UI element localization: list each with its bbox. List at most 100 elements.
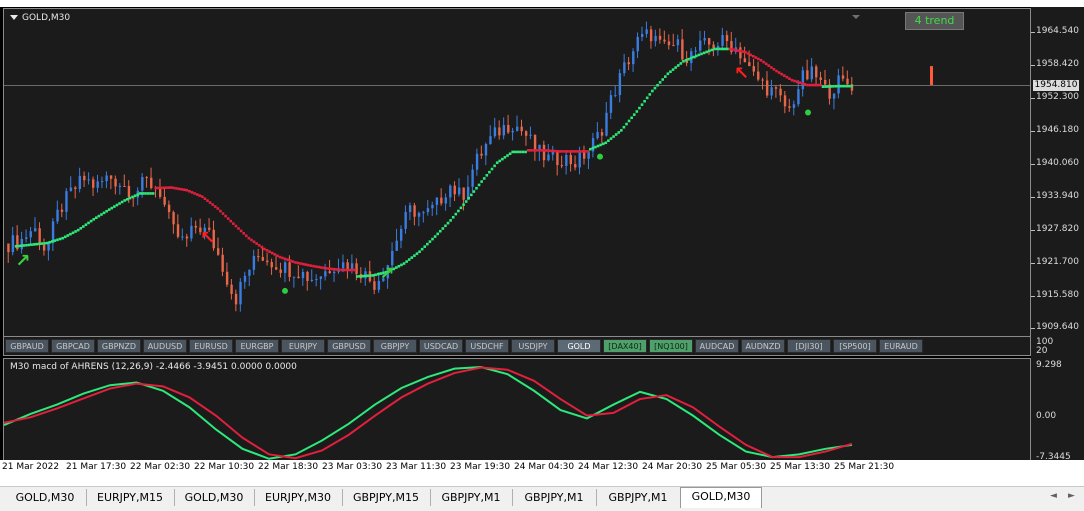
symbol-button[interactable]: [DAX40] xyxy=(603,339,647,353)
trailing-stop-down xyxy=(772,67,776,71)
candle-body xyxy=(194,225,198,228)
symbol-button[interactable]: USDJPY xyxy=(511,339,555,353)
symbol-button[interactable]: EURGBP xyxy=(235,339,279,353)
signal-dot xyxy=(805,109,811,116)
candle-body xyxy=(694,50,697,52)
chart-tab[interactable]: GOLD,M30 xyxy=(4,489,87,506)
candle-body xyxy=(806,70,809,80)
tab-scroll-right-icon[interactable]: ► xyxy=(1068,491,1075,501)
symbol-button[interactable]: GOLD xyxy=(557,339,601,353)
trailing-stop-down xyxy=(190,191,194,194)
trailing-stop-up xyxy=(632,113,636,116)
chart-tab[interactable]: GBPJPY,M1 xyxy=(596,489,681,506)
macd-indicator-pane[interactable]: M30 macd of AHRENS (12,26,9) -2.4466 -3.… xyxy=(3,358,1031,466)
trailing-stop-down xyxy=(775,69,778,73)
trailing-stop-up xyxy=(14,244,18,248)
trailing-stop-down xyxy=(746,52,750,55)
symbol-button[interactable]: AUDUSD xyxy=(143,339,187,353)
symbol-button[interactable]: EURJPY xyxy=(281,339,325,353)
trailing-stop-down xyxy=(224,214,227,218)
candle-body xyxy=(7,243,10,253)
candle-body xyxy=(837,75,840,94)
candle-body xyxy=(663,39,666,42)
candle-body xyxy=(815,66,818,78)
collapse-triangle-icon[interactable] xyxy=(10,15,18,20)
candle-body xyxy=(520,126,523,132)
symbol-button[interactable]: [SP500] xyxy=(833,339,877,353)
symbol-button[interactable]: GBPNZD xyxy=(97,339,141,353)
chart-tab-bar: ◄ ► GOLD,M30 EURJPY,M15 GOLD,M30 EURJPY,M30… xyxy=(0,486,1084,509)
trailing-stop-up xyxy=(35,242,39,246)
trailing-stop-down xyxy=(232,222,235,225)
chart-tab[interactable]: GOLD,M30 xyxy=(174,489,255,506)
candle-body xyxy=(498,127,501,136)
trailing-stop-up xyxy=(656,83,659,87)
candle-body xyxy=(761,79,764,81)
chart-tab[interactable]: GBPJPY,M15 xyxy=(342,489,431,506)
trailing-stop-up xyxy=(433,235,437,238)
chart-tab[interactable]: EURJPY,M15 xyxy=(86,489,175,506)
symbol-button[interactable]: GBPAUD xyxy=(5,339,49,353)
trailing-stop-down xyxy=(338,268,341,272)
candle-body xyxy=(297,276,300,279)
symbol-button[interactable]: USDCHF xyxy=(465,339,509,353)
price-chart-pane[interactable]: ↑ ↓ ↑ ↓ GOLD,M30 4 trend xyxy=(3,8,1031,338)
candle-body xyxy=(743,58,747,63)
chart-tab[interactable]: GBPJPY,M1 xyxy=(430,489,513,506)
trailing-stop-up xyxy=(697,53,701,57)
chart-tab[interactable]: GBPJPY,M1 xyxy=(512,489,597,506)
trailing-stop-up xyxy=(431,237,434,241)
trailing-stop-up xyxy=(51,240,54,243)
symbol-button[interactable]: EURAUD xyxy=(879,339,923,353)
symbol-button[interactable]: USDCAD xyxy=(419,339,463,353)
symbol-button[interactable]: [NQ100] xyxy=(649,339,693,353)
candle-body xyxy=(542,144,546,161)
symbol-button[interactable]: GBPUSD xyxy=(327,339,371,353)
candle-body xyxy=(841,75,845,79)
price-tick-label: 1940.060 xyxy=(1036,157,1079,168)
trailing-stop-down xyxy=(325,267,328,270)
trailing-stop-up xyxy=(457,209,460,213)
trailing-stop-up xyxy=(63,235,67,239)
trailing-stop-up xyxy=(475,186,478,190)
trailing-stop-down xyxy=(162,186,165,190)
trailing-stop-up xyxy=(87,221,90,225)
candle-body xyxy=(87,179,90,181)
trailing-stop-up xyxy=(661,78,665,81)
trailing-stop-down xyxy=(343,268,346,272)
trailing-stop-up xyxy=(472,190,476,193)
symbol-button[interactable]: GBPJPY xyxy=(373,339,417,353)
signal-dot xyxy=(597,153,603,160)
trailing-stop-up xyxy=(94,216,98,220)
trailing-stop-down xyxy=(581,150,584,153)
candle-body xyxy=(123,185,126,187)
symbol-button[interactable]: AUDNZD xyxy=(741,339,785,353)
trailing-stop-up xyxy=(692,55,696,59)
candle-body xyxy=(413,205,416,217)
trailing-stop-up xyxy=(635,110,639,113)
chart-tab[interactable]: GOLD,M30 xyxy=(680,487,762,508)
tab-scroll-left-icon[interactable]: ◄ xyxy=(1050,491,1057,501)
candle-body xyxy=(681,39,684,60)
trailing-stop-up xyxy=(723,47,727,51)
candle-body xyxy=(783,95,787,107)
trailing-stop-up xyxy=(438,229,442,233)
trailing-stop-up xyxy=(482,177,486,180)
trailing-stop-up xyxy=(658,81,662,84)
trailing-stop-down xyxy=(257,244,261,247)
symbol-button[interactable]: EURUSD xyxy=(189,339,233,353)
symbol-button[interactable]: [DJI30] xyxy=(787,339,831,353)
time-axis-label: 22 Mar 18:30 xyxy=(258,462,319,472)
candle-body xyxy=(355,263,358,275)
candle-body xyxy=(114,178,117,187)
trailing-stop-up xyxy=(620,129,623,132)
trailing-stop-down xyxy=(312,264,315,268)
chart-tab[interactable]: EURJPY,M30 xyxy=(254,489,343,506)
symbol-button[interactable]: GBPCAD xyxy=(51,339,95,353)
trailing-stop-down xyxy=(353,268,357,272)
trailing-stop-down xyxy=(806,83,809,87)
trailing-stop-up xyxy=(100,213,103,216)
symbol-button[interactable]: AUDCAD xyxy=(695,339,739,353)
trailing-stop-down xyxy=(307,263,310,267)
trailing-stop-down xyxy=(808,83,812,87)
